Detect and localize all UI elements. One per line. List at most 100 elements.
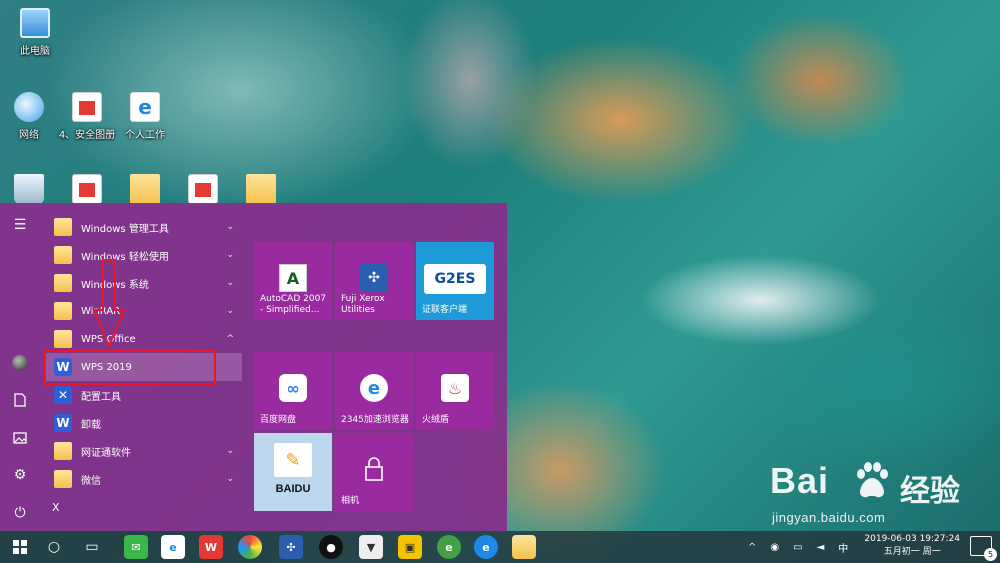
wps-icon: W [54, 414, 72, 432]
notification-badge: 5 [984, 548, 997, 561]
tile-label: 证联客户端 [422, 305, 468, 315]
volume-icon[interactable]: ◄ [817, 542, 825, 553]
browser-blue-icon[interactable]: e [474, 535, 498, 559]
chevron-down-icon: ⌄ [226, 250, 234, 260]
desktop-icon-this-pc[interactable]: 此电脑 [0, 8, 70, 57]
folder-icon [246, 174, 276, 204]
document-icon [72, 174, 102, 204]
chevron-down-icon: ⌄ [226, 446, 234, 456]
wps-red-icon[interactable]: W [199, 535, 223, 559]
app-list-item-wechat[interactable]: 微信 ⌄ [46, 465, 242, 493]
gear-icon[interactable]: ⚙ [0, 461, 40, 489]
computer-icon [20, 8, 50, 38]
tile-label: AutoCAD 2007 - Simplified... [260, 294, 327, 315]
power-icon[interactable]: ⏻ [0, 499, 40, 527]
browser-green-icon[interactable]: e [437, 535, 461, 559]
clock[interactable]: 2019-06-03 19:27:24 五月初一 周一 [864, 533, 960, 559]
chevron-down-icon: ⌄ [226, 222, 234, 232]
chevron-up-icon: ^ [226, 334, 234, 344]
tile-label: 相机 [341, 496, 360, 506]
desktop-icon-personal-work[interactable]: 个人工作 [110, 92, 180, 141]
folder-icon [54, 218, 72, 236]
tile-g2es-client[interactable]: G2ES 证联客户端 [416, 242, 494, 320]
tile-huorong[interactable]: ♨ 火绒盾 [416, 352, 494, 430]
avatar[interactable] [0, 349, 40, 377]
desktop-icon-label: 此电脑 [20, 46, 50, 57]
input-method-indicator[interactable]: 中 [838, 540, 848, 555]
windows-start-icon[interactable] [8, 535, 32, 559]
folder-icon [54, 442, 72, 460]
network-icon [14, 92, 44, 122]
app-list-item-label: 网证通软件 [81, 447, 131, 459]
document-icon[interactable] [0, 386, 40, 414]
autocad-icon: A [279, 264, 307, 292]
app-list-item-label: 微信 [81, 475, 101, 487]
watermark-brand-cn: 经验 [900, 474, 960, 509]
tile-fuji-xerox[interactable]: ✣ Fuji Xerox Utilities [335, 242, 413, 320]
app-list-item-windows-ease-of-access[interactable]: Windows 轻松使用 ⌄ [46, 241, 242, 269]
watermark-brand: Bai [770, 460, 830, 501]
clock-datetime: 2019-06-03 19:27:24 [864, 534, 960, 544]
app-list-item-label: 卸载 [81, 419, 101, 431]
tile-baidu-netdisk[interactable]: ∞ 百度网盘 [254, 352, 332, 430]
fox-icon[interactable]: ▼ [359, 535, 383, 559]
tile-camera[interactable]: 相机 [335, 433, 413, 511]
file-explorer-icon[interactable] [512, 535, 536, 559]
color-wheel-icon[interactable] [238, 535, 262, 559]
app-list-item-label: 配置工具 [81, 391, 121, 403]
notification-icon[interactable]: 5 [970, 536, 997, 561]
folder-icon [54, 274, 72, 292]
folder-icon [130, 174, 160, 204]
ie-icon[interactable]: e [161, 535, 185, 559]
camera-icon [360, 455, 388, 483]
folder-icon [54, 302, 72, 320]
start-menu-rail: ☰ ⚙ ⏻ [0, 203, 40, 531]
app-list-item-wps-office[interactable]: WPS Office ^ [46, 325, 242, 353]
g2es-icon: G2ES [424, 264, 486, 294]
task-view-icon[interactable]: ▭ [80, 535, 104, 559]
browser-2345-icon: e [360, 374, 388, 402]
app-list-item-wangzhengtong[interactable]: 网证通软件 ⌄ [46, 437, 242, 465]
baidu-input-icon: ✎ [274, 443, 312, 477]
wrench-icon: ✕ [54, 386, 72, 404]
hamburger-icon[interactable]: ☰ [0, 211, 40, 239]
pictures-icon[interactable] [0, 424, 40, 452]
baidu-paw-icon [857, 462, 888, 498]
annotation-highlight-box [44, 350, 216, 385]
folder-icon [54, 330, 72, 348]
app-list-item-winrar[interactable]: WinRAR ⌄ [46, 297, 242, 325]
chevron-down-icon: ⌄ [226, 474, 234, 484]
chevron-up-icon[interactable]: ^ [748, 542, 756, 553]
qq-icon[interactable]: ● [319, 535, 343, 559]
network-icon[interactable]: ▭ [793, 542, 802, 553]
recycle-bin-icon [14, 174, 44, 204]
folder-icon [54, 246, 72, 264]
tile-label: 2345加速浏览器 [341, 415, 409, 425]
tray-app-icon[interactable]: ◉ [770, 542, 779, 553]
tile-2345-browser[interactable]: e 2345加速浏览器 [335, 352, 413, 430]
baidu-jingyan-watermark: Bai 经验 jingyan.baidu.com [770, 460, 995, 530]
folder-icon [54, 470, 72, 488]
taskbar: ○ ▭ ✉ e W ✣ ● ▼ ▣ e e ^ ◉ ▭ ◄ 中 2019-06-… [0, 531, 1000, 563]
wechat-icon[interactable]: ✉ [124, 535, 148, 559]
tile-label: Fuji Xerox Utilities [341, 294, 385, 315]
app-list-letter-header[interactable]: X [46, 493, 242, 521]
baidu-netdisk-icon: ∞ [279, 374, 307, 402]
tile-label: 百度网盘 [260, 415, 297, 425]
app-list-item-windows-system[interactable]: Windows 系统 ⌄ [46, 269, 242, 297]
app-list-item-config-tool[interactable]: ✕ 配置工具 [46, 381, 242, 409]
tile-baidu-input[interactable]: ✎ BAIDU [254, 433, 332, 511]
clock-lunar-date: 五月初一 周一 [883, 547, 941, 557]
chevron-down-icon: ⌄ [226, 306, 234, 316]
huorong-icon: ♨ [441, 374, 469, 402]
search-icon[interactable]: ○ [42, 535, 66, 559]
app-list-item-windows-admin-tools[interactable]: Windows 管理工具 ⌄ [46, 213, 242, 241]
notes-icon[interactable]: ▣ [398, 535, 422, 559]
system-tray: ^ ◉ ▭ ◄ 中 [748, 531, 848, 563]
pdf-document-icon [72, 92, 102, 122]
watermark-url: jingyan.baidu.com [772, 510, 886, 525]
app-list-item-label: Windows 管理工具 [81, 223, 169, 235]
app-list-item-uninstall[interactable]: W 卸载 [46, 409, 242, 437]
tile-autocad[interactable]: A AutoCAD 2007 - Simplified... [254, 242, 332, 320]
fuji-xerox-icon[interactable]: ✣ [279, 535, 303, 559]
